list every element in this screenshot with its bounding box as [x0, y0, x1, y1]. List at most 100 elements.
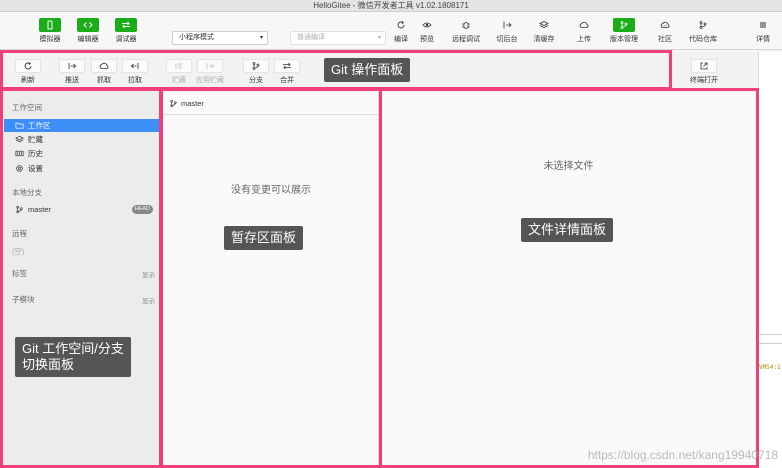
- sidebar-item-label: 贮藏: [28, 135, 43, 144]
- layers-icon: [533, 18, 555, 32]
- debugger-button[interactable]: 调试器: [115, 18, 137, 44]
- switch-background-icon: [496, 18, 518, 32]
- staging-header: master: [163, 93, 378, 115]
- watermark: https://blog.csdn.net/kang19940718: [587, 448, 778, 462]
- remote-section-title: 远程: [12, 229, 27, 238]
- tags-show-toggle[interactable]: 显示: [142, 269, 155, 279]
- mode-select-value: 小程序模式: [179, 34, 214, 41]
- cloud-download-icon: [91, 59, 117, 73]
- edge-code-text: VM54:1: [759, 364, 781, 371]
- folder-icon: [14, 121, 24, 131]
- apply-stash-icon: [197, 59, 223, 73]
- pull-arrow-icon: [122, 59, 148, 73]
- merge-button[interactable]: 合并: [274, 59, 300, 85]
- pull-label: 拉取: [128, 77, 142, 84]
- debugger-label: 调试器: [115, 36, 137, 43]
- right-edge-panel: [758, 52, 782, 468]
- git-branch-icon: [14, 205, 24, 215]
- sidebar-item-label: 设置: [28, 164, 43, 173]
- upload-label: 上传: [577, 36, 591, 43]
- sidebar-item-workspace[interactable]: 工作区: [4, 119, 159, 132]
- cloud-upload-icon: [573, 18, 595, 32]
- refresh-icon: [15, 59, 41, 73]
- preview-label: 预览: [420, 36, 434, 43]
- compile-button[interactable]: 编译: [390, 18, 412, 44]
- sidebar-item-settings[interactable]: 设置: [4, 162, 159, 175]
- workspace-sidebar: 工作空间 工作区 贮藏 历史 设置 本地分支 master HEAD 远程 (空…: [0, 90, 160, 468]
- submodule-show-toggle[interactable]: 显示: [142, 295, 155, 305]
- tags-section-title: 标签: [12, 269, 27, 278]
- code-repo-button[interactable]: 代码仓库: [689, 18, 717, 44]
- editor-button[interactable]: 编辑器: [77, 18, 99, 44]
- edge-divider: [759, 334, 782, 344]
- branch-button[interactable]: 分支: [243, 59, 269, 85]
- menu-icon: [752, 18, 774, 32]
- branch-label: 分支: [249, 77, 263, 84]
- clear-cache-button[interactable]: 清缓存: [533, 18, 555, 44]
- open-terminal-button[interactable]: 终端打开: [690, 59, 718, 85]
- staging-panel: master 没有变更可以展示: [163, 93, 379, 468]
- push-button[interactable]: 推送: [59, 59, 85, 85]
- simulator-button[interactable]: 模拟器: [39, 18, 61, 44]
- submodule-section-title: 子模块: [12, 295, 35, 304]
- sidebar-item-history[interactable]: 历史: [4, 147, 159, 160]
- layers-icon: [14, 135, 24, 145]
- compile-label: 编译: [394, 36, 408, 43]
- background-button[interactable]: 切后台: [496, 18, 518, 44]
- refresh-button[interactable]: 刷新: [15, 59, 41, 85]
- preview-button[interactable]: 预览: [416, 18, 438, 44]
- file-details-annotation: 文件详情面板: [521, 218, 614, 242]
- git-branch-icon: [613, 18, 635, 32]
- sidebar-item-branch-master[interactable]: master HEAD: [4, 203, 159, 216]
- fetch-button[interactable]: 抓取: [91, 59, 117, 85]
- simulator-label: 模拟器: [39, 36, 61, 43]
- version-mgmt-label: 版本管理: [610, 36, 638, 43]
- code-repo-label: 代码仓库: [689, 36, 717, 43]
- community-label: 社区: [658, 36, 672, 43]
- code-icon: [77, 18, 99, 32]
- details-empty-message: 未选择文件: [543, 161, 594, 172]
- community-button[interactable]: 社区: [654, 18, 676, 44]
- local-branch-section-title: 本地分支: [12, 188, 42, 197]
- repo-branch-icon: [692, 18, 714, 32]
- apply-stash-label: 应用贮藏: [196, 77, 224, 84]
- push-arrow-icon: [59, 59, 85, 73]
- stash-button[interactable]: 贮藏: [166, 59, 192, 85]
- remote-debug-button[interactable]: 远程调试: [452, 18, 480, 44]
- sidebar-item-stash[interactable]: 贮藏: [4, 133, 159, 146]
- refresh-label: 刷新: [21, 77, 35, 84]
- mode-select[interactable]: 小程序模式 ▾: [172, 31, 268, 45]
- staging-annotation: 暂存区面板: [224, 226, 304, 250]
- push-label: 推送: [65, 77, 79, 84]
- version-mgmt-button[interactable]: 版本管理: [610, 18, 638, 44]
- debug-arrows-icon: [115, 18, 137, 32]
- community-cloud-icon: [654, 18, 676, 32]
- staging-empty-message: 没有变更可以展示: [231, 185, 311, 196]
- apply-stash-button[interactable]: 应用贮藏: [196, 59, 224, 85]
- git-branch-icon: [243, 59, 269, 73]
- open-terminal-label: 终端打开: [690, 77, 718, 84]
- details-button[interactable]: 详情: [752, 18, 774, 44]
- compile-mode-select[interactable]: 普通编译 ▾: [290, 31, 386, 45]
- branch-name: master: [28, 205, 51, 214]
- stash-icon: [166, 59, 192, 73]
- details-label: 详情: [756, 36, 770, 43]
- clear-cache-label: 清缓存: [533, 36, 555, 43]
- eye-icon: [416, 18, 438, 32]
- workspace-section-title: 工作空间: [12, 103, 42, 112]
- window-title: HelloGitee - 微信开发者工具 v1.02.1808171: [0, 0, 782, 12]
- sidebar-item-label: 工作区: [28, 121, 51, 130]
- stash-label: 贮藏: [172, 77, 186, 84]
- merge-label: 合并: [280, 77, 294, 84]
- file-details-panel: 未选择文件: [382, 93, 755, 468]
- caret-down-icon: ▾: [377, 35, 381, 41]
- remote-empty-text: (空): [12, 247, 25, 256]
- workspace-annotation-line1: Git 工作空间/分支: [22, 341, 124, 356]
- git-ops-annotation: Git 操作面板: [324, 58, 411, 82]
- pull-button[interactable]: 拉取: [122, 59, 148, 85]
- editor-label: 编辑器: [77, 36, 99, 43]
- history-icon: [14, 149, 24, 159]
- upload-button[interactable]: 上传: [573, 18, 595, 44]
- workspace-annotation-line2: 切换面板: [22, 357, 75, 372]
- remote-debug-label: 远程调试: [452, 36, 480, 43]
